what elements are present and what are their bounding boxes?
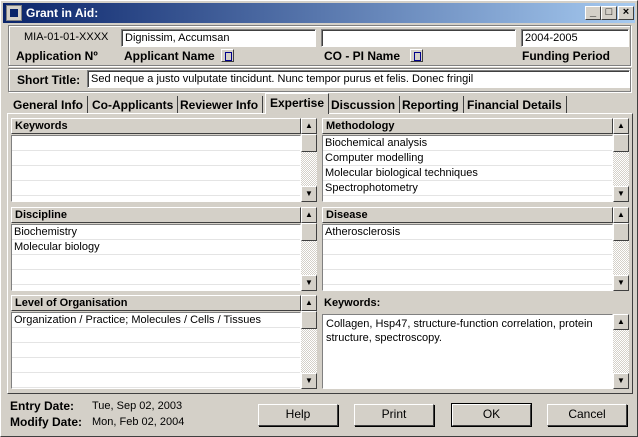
- level-list[interactable]: Organization / Practice; Molecules / Cel…: [11, 312, 301, 389]
- app-icon: [6, 5, 22, 21]
- minimize-button[interactable]: _: [585, 6, 601, 20]
- scroll-up-arrow-icon[interactable]: ▲: [613, 207, 629, 223]
- list-item[interactable]: [323, 255, 612, 270]
- keywords-panel-header: Keywords: [11, 118, 301, 134]
- title-bar[interactable]: Grant in Aid: _ □ ×: [3, 3, 635, 23]
- tab-reporting[interactable]: Reporting: [398, 96, 464, 113]
- scroll-up-arrow-icon[interactable]: ▲: [613, 314, 629, 330]
- list-item[interactable]: [12, 328, 300, 343]
- list-item[interactable]: [323, 240, 612, 255]
- scroll-up-arrow-icon[interactable]: ▲: [613, 118, 629, 134]
- scroll-thumb[interactable]: [301, 134, 317, 152]
- modify-date-label: Modify Date:: [10, 415, 82, 429]
- funding-period-label: Funding Period: [522, 49, 610, 63]
- maximize-button[interactable]: □: [601, 6, 617, 20]
- print-button[interactable]: Print: [354, 404, 434, 426]
- modify-date-value: Mon, Feb 02, 2004: [92, 416, 185, 428]
- keywords-text-scrollbar[interactable]: ▲ ▼: [613, 314, 629, 389]
- disease-panel-header: Disease: [322, 207, 613, 223]
- short-title-label: Short Title:: [17, 73, 81, 87]
- ok-button[interactable]: OK: [451, 403, 532, 427]
- scroll-down-arrow-icon[interactable]: ▼: [301, 186, 317, 202]
- grant-window: Grant in Aid: _ □ × MIA-01-01-XXXX Digni…: [0, 0, 638, 437]
- keywords-list[interactable]: [11, 135, 301, 202]
- entry-date-value: Tue, Sep 02, 2003: [92, 400, 183, 412]
- scroll-up-arrow-icon[interactable]: ▲: [301, 207, 317, 223]
- list-item[interactable]: [12, 151, 300, 166]
- scroll-up-arrow-icon[interactable]: ▲: [301, 118, 317, 134]
- window-title: Grant in Aid:: [26, 6, 99, 20]
- list-item[interactable]: Molecular biology: [12, 240, 300, 255]
- scroll-down-arrow-icon[interactable]: ▼: [613, 186, 629, 202]
- scroll-thumb[interactable]: [301, 223, 317, 241]
- help-button[interactable]: Help: [258, 404, 338, 426]
- funding-period-field[interactable]: 2004-2005: [521, 29, 629, 47]
- scroll-down-arrow-icon[interactable]: ▼: [613, 373, 629, 389]
- keywords-scrollbar[interactable]: ▲ ▼: [301, 118, 317, 202]
- methodology-panel-header: Methodology: [322, 118, 613, 134]
- scroll-down-arrow-icon[interactable]: ▼: [613, 275, 629, 291]
- applicant-name-label: Applicant Name: [124, 49, 215, 63]
- tab-reviewer-info[interactable]: Reviewer Info: [176, 96, 264, 113]
- co-pi-name-field[interactable]: [321, 29, 516, 47]
- list-item[interactable]: [12, 373, 300, 388]
- list-item[interactable]: [323, 270, 612, 285]
- discipline-scrollbar[interactable]: ▲ ▼: [301, 207, 317, 291]
- disease-list[interactable]: Atherosclerosis: [322, 224, 613, 291]
- list-item[interactable]: Computer modelling: [323, 151, 612, 166]
- list-item[interactable]: Spectrophotometry: [323, 181, 612, 196]
- short-title-field[interactable]: Sed neque a justo vulputate tincidunt. N…: [87, 70, 630, 88]
- application-number-label: Application Nº: [16, 49, 98, 63]
- tab-financial-details[interactable]: Financial Details: [463, 96, 567, 113]
- scroll-thumb[interactable]: [613, 134, 629, 152]
- entry-date-label: Entry Date:: [10, 399, 75, 413]
- keywords-text-label: Keywords:: [324, 297, 381, 309]
- list-item[interactable]: [12, 166, 300, 181]
- list-item[interactable]: Atherosclerosis: [323, 225, 612, 240]
- tab-expertise[interactable]: Expertise: [265, 93, 330, 114]
- co-pi-name-label: CO - PI Name: [324, 49, 401, 63]
- list-item[interactable]: Molecular biological techniques: [323, 166, 612, 181]
- list-item[interactable]: [12, 255, 300, 270]
- co-pi-lookup-icon[interactable]: [410, 49, 423, 62]
- scroll-thumb[interactable]: [301, 311, 317, 329]
- application-number: MIA-01-01-XXXX: [24, 31, 109, 43]
- list-item[interactable]: Organization / Practice; Molecules / Cel…: [12, 313, 300, 328]
- disease-scrollbar[interactable]: ▲ ▼: [613, 207, 629, 291]
- list-item[interactable]: [12, 270, 300, 285]
- scroll-thumb[interactable]: [613, 223, 629, 241]
- cancel-button[interactable]: Cancel: [547, 404, 627, 426]
- methodology-list[interactable]: Biochemical analysis Computer modelling …: [322, 135, 613, 202]
- scroll-up-arrow-icon[interactable]: ▲: [301, 295, 317, 311]
- keywords-textarea[interactable]: Collagen, Hsp47, structure-function corr…: [322, 314, 613, 389]
- scroll-down-arrow-icon[interactable]: ▼: [301, 373, 317, 389]
- list-item[interactable]: [12, 358, 300, 373]
- discipline-panel-header: Discipline: [11, 207, 301, 223]
- methodology-scrollbar[interactable]: ▲ ▼: [613, 118, 629, 202]
- list-item[interactable]: [12, 136, 300, 151]
- discipline-list[interactable]: Biochemistry Molecular biology: [11, 224, 301, 291]
- scroll-down-arrow-icon[interactable]: ▼: [301, 275, 317, 291]
- tab-general-info[interactable]: General Info: [9, 96, 89, 113]
- list-item[interactable]: Biochemistry: [12, 225, 300, 240]
- close-button[interactable]: ×: [618, 6, 634, 20]
- level-panel-header: Level of Organisation: [11, 295, 301, 311]
- level-scrollbar[interactable]: ▲ ▼: [301, 295, 317, 389]
- list-item[interactable]: [12, 343, 300, 358]
- applicant-name-field[interactable]: Dignissim, Accumsan: [121, 29, 316, 47]
- list-item[interactable]: [12, 181, 300, 196]
- tab-co-applicants[interactable]: Co-Applicants: [88, 96, 179, 113]
- tab-discussion[interactable]: Discussion: [327, 96, 401, 113]
- applicant-lookup-icon[interactable]: [221, 49, 234, 62]
- list-item[interactable]: Biochemical analysis: [323, 136, 612, 151]
